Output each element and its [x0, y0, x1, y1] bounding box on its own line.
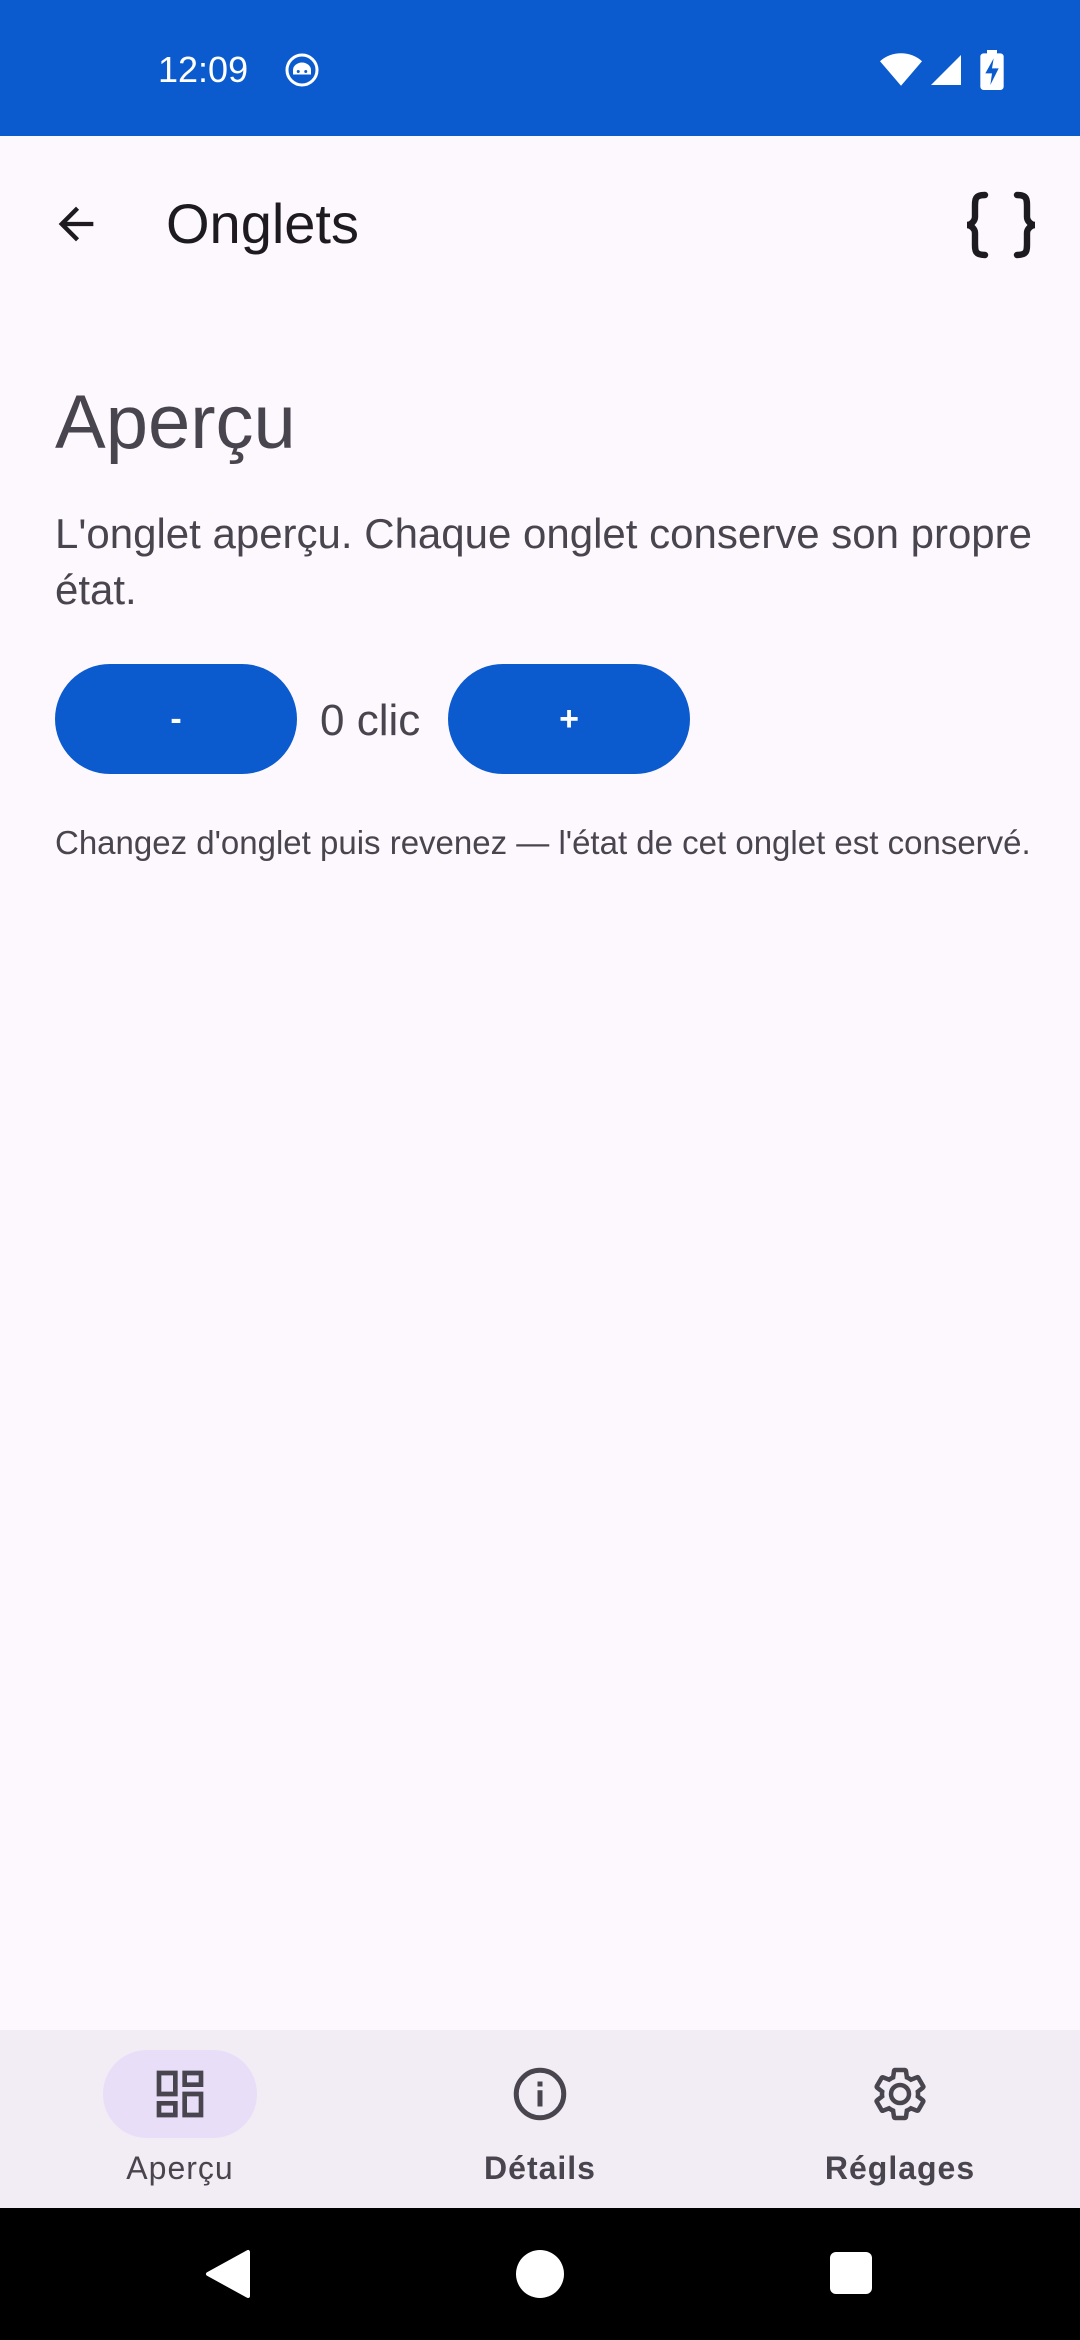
system-navigation-bar: [0, 2208, 1080, 2340]
gear-icon: [874, 2067, 926, 2121]
info-icon: [513, 2067, 567, 2121]
nav-item-reglages[interactable]: Réglages: [720, 2030, 1080, 2208]
dashboard-icon: [156, 2070, 204, 2118]
system-back-icon[interactable]: [204, 2248, 252, 2300]
app-notification-icon: [285, 53, 319, 87]
page-title: Onglets: [166, 192, 359, 255]
battery-charging-icon: [980, 50, 1004, 90]
click-counter: 0 clic: [320, 696, 421, 745]
tab-description: L'onglet aperçu. Chaque onglet conserve …: [55, 510, 1033, 613]
status-time: 12:09: [158, 49, 249, 90]
system-home-icon[interactable]: [516, 2250, 564, 2298]
code-braces-icon: [966, 191, 1036, 259]
decrement-button[interactable]: -: [55, 664, 297, 774]
state-hint: Changez d'onglet puis revenez — l'état d…: [55, 824, 1031, 861]
arrow-back-icon: [58, 206, 94, 242]
cell-signal-icon: [931, 55, 961, 85]
back-button[interactable]: [40, 188, 112, 260]
nav-item-apercu[interactable]: Aperçu: [0, 2030, 360, 2208]
nav-label: Réglages: [824, 2150, 976, 2186]
top-app-bar: Onglets: [0, 136, 1080, 312]
nav-label: Aperçu: [126, 2150, 234, 2186]
nav-item-details[interactable]: Détails: [360, 2030, 720, 2208]
wifi-icon: [880, 53, 922, 86]
increment-button[interactable]: +: [448, 664, 690, 774]
system-recents-icon[interactable]: [830, 2252, 872, 2294]
nav-label: Détails: [484, 2150, 596, 2186]
section-title: Aperçu: [55, 380, 296, 465]
status-bar: 12:09: [0, 0, 1080, 136]
view-source-button[interactable]: [956, 180, 1046, 270]
active-indicator: [103, 2050, 257, 2138]
nav-icon-container: [823, 2050, 977, 2138]
bottom-navigation: Aperçu Détails Réglages: [0, 2030, 1080, 2208]
nav-icon-container: [463, 2050, 617, 2138]
